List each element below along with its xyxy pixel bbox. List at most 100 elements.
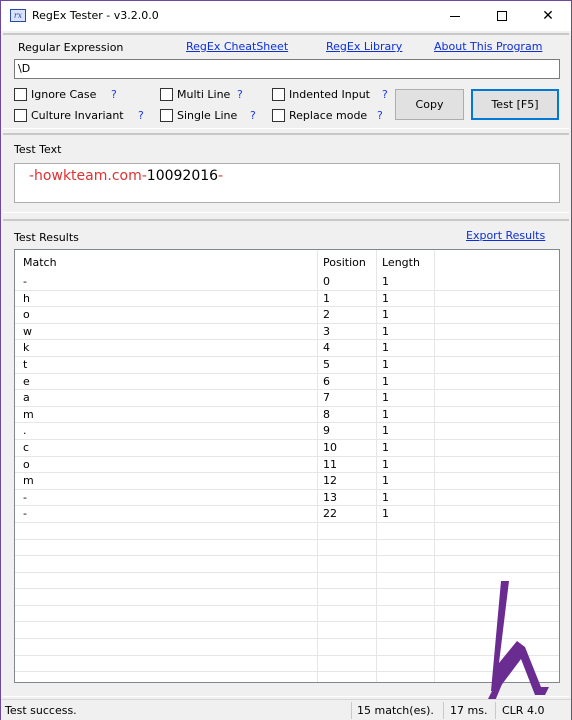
cell-length: 1: [382, 341, 389, 355]
multi-line-checkbox[interactable]: Multi Line: [160, 87, 230, 101]
table-header: Match Position Length: [15, 250, 559, 274]
checkbox-label: Ignore Case: [31, 87, 97, 101]
table-row[interactable]: t 5 1: [15, 357, 559, 374]
export-results-link[interactable]: Export Results: [466, 229, 545, 242]
table-row[interactable]: o 2 1: [15, 307, 559, 324]
culture-invariant-checkbox[interactable]: Culture Invariant: [14, 108, 124, 122]
single-line-help[interactable]: ?: [250, 109, 256, 122]
cell-match: h: [23, 291, 30, 305]
table-row[interactable]: m 12 1: [15, 473, 559, 490]
cell-match: a: [23, 391, 30, 405]
culture-invariant-help[interactable]: ?: [138, 109, 144, 122]
table-row[interactable]: c 10 1: [15, 440, 559, 457]
table-row-empty: [15, 589, 559, 606]
table-row[interactable]: h 1 1: [15, 291, 559, 308]
table-row[interactable]: k 4 1: [15, 340, 559, 357]
table-row[interactable]: o 11 1: [15, 457, 559, 474]
table-row[interactable]: e 6 1: [15, 374, 559, 391]
cell-match: c: [23, 440, 30, 454]
replace-mode-help[interactable]: ?: [377, 109, 383, 122]
results-label: Test Results: [14, 231, 79, 244]
cell-match: .: [23, 424, 27, 438]
cell-length: 1: [382, 291, 389, 305]
copy-button[interactable]: Copy: [395, 89, 464, 120]
maximize-button[interactable]: [479, 1, 525, 31]
table-row[interactable]: - 13 1: [15, 490, 559, 507]
cell-length: 1: [382, 374, 389, 388]
library-link[interactable]: RegEx Library: [326, 40, 402, 53]
checkbox-label: Single Line: [177, 108, 238, 122]
indented-input-checkbox[interactable]: Indented Input: [272, 87, 370, 101]
cell-match: -: [23, 490, 27, 504]
checkbox-label: Multi Line: [177, 87, 231, 101]
cell-position: 9: [323, 424, 330, 438]
column-header-position[interactable]: Position: [323, 256, 366, 269]
text-segment-match: -: [218, 168, 224, 184]
column-header-length[interactable]: Length: [382, 256, 420, 269]
cell-position: 10: [323, 440, 337, 454]
cell-position: 13: [323, 490, 337, 504]
cell-match: o: [23, 457, 30, 471]
cell-position: 7: [323, 391, 330, 405]
cell-match: w: [23, 324, 32, 338]
table-row-empty: [15, 622, 559, 640]
indented-input-help[interactable]: ?: [382, 88, 388, 101]
cell-position: 3: [323, 324, 330, 338]
cell-length: 1: [382, 357, 389, 371]
cell-position: 0: [323, 275, 330, 288]
cell-position: 11: [323, 457, 337, 471]
test-text-input[interactable]: -howkteam.com-10092016-: [14, 163, 560, 203]
test-button[interactable]: Test [F5]: [471, 89, 559, 120]
table-row-empty: [15, 540, 559, 557]
checkbox-box: [160, 87, 173, 101]
status-bar: Test success. 15 match(es). 17 ms. CLR 4…: [1, 699, 571, 720]
about-link[interactable]: About This Program: [434, 40, 542, 53]
cell-length: 1: [382, 424, 389, 438]
replace-mode-checkbox[interactable]: Replace mode: [272, 108, 367, 122]
regex-input[interactable]: \D: [14, 59, 560, 79]
cell-position: 22: [323, 507, 337, 521]
close-button[interactable]: ✕: [525, 1, 571, 31]
cell-length: 1: [382, 324, 389, 338]
table-row-empty: [15, 573, 559, 590]
table-row-empty: [15, 556, 559, 573]
ignore-case-help[interactable]: ?: [111, 88, 117, 101]
close-icon: ✕: [542, 8, 554, 24]
status-separator: [351, 702, 352, 719]
table-row[interactable]: . 9 1: [15, 423, 559, 440]
status-message: Test success.: [5, 704, 77, 717]
cell-length: 1: [382, 391, 389, 405]
checkbox-label: Culture Invariant: [31, 108, 124, 122]
cell-position: 12: [323, 474, 337, 488]
cell-length: 1: [382, 275, 389, 288]
minimize-icon: [450, 15, 460, 17]
status-clr: CLR 4.0: [502, 704, 545, 717]
test-text-label: Test Text: [14, 143, 62, 156]
checkbox-label: Replace mode: [289, 108, 368, 122]
table-rows: -0 1 h 1 1 o 2 1 w 3 1 k 4 1 t 5 1 e 6 1 a 7 1 m 8 1. 9 1 c 10 1 o 11 1 m 1…: [15, 274, 559, 682]
text-segment-match: -howkteam.com-: [29, 168, 147, 184]
maximize-icon: [497, 11, 507, 21]
table-row[interactable]: w 3 1: [15, 324, 559, 341]
table-row[interactable]: a 7 1: [15, 390, 559, 407]
single-line-checkbox[interactable]: Single Line: [160, 108, 237, 122]
multi-line-help[interactable]: ?: [237, 88, 243, 101]
ignore-case-checkbox[interactable]: Ignore Case: [14, 87, 96, 101]
status-match-count: 15 match(es).: [357, 704, 434, 717]
text-segment: 10092016: [146, 168, 219, 184]
column-header-match[interactable]: Match: [23, 256, 57, 269]
cell-position: 4: [323, 341, 330, 355]
checkbox-box: [14, 87, 27, 101]
cell-length: 1: [382, 457, 389, 471]
window-title: RegEx Tester - v3.2.0.0: [32, 9, 159, 22]
minimize-button[interactable]: [432, 1, 478, 31]
cell-position: 2: [323, 308, 330, 322]
table-row[interactable]: - 22 1: [15, 506, 559, 523]
title-bar[interactable]: rx RegEx Tester - v3.2.0.0 ✕: [1, 1, 571, 31]
cell-match: o: [23, 308, 30, 322]
table-row[interactable]: m 8 1: [15, 407, 559, 424]
cheatsheet-link[interactable]: RegEx CheatSheet: [186, 40, 288, 53]
table-row[interactable]: - 0 1: [15, 274, 559, 291]
checkbox-box: [160, 108, 173, 122]
table-row-empty: [15, 672, 559, 682]
